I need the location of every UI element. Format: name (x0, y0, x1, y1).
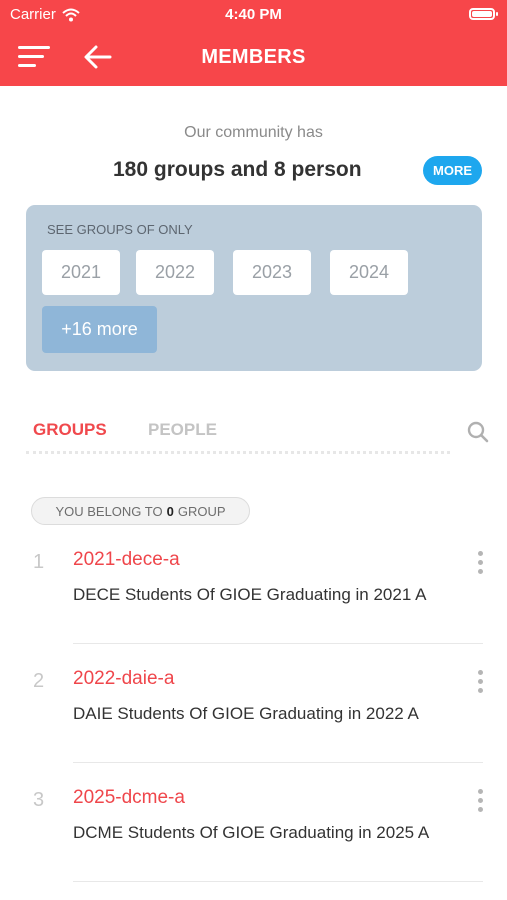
app-header: Carrier 4:40 PM MEMBERS (0, 0, 507, 86)
membership-prefix: YOU BELONG TO (55, 503, 163, 519)
year-chip-2021[interactable]: 2021 (42, 250, 120, 295)
membership-suffix: GROUP (177, 503, 226, 519)
group-row[interactable]: 3 2025-dcme-a DCME Students Of GIOE Grad… (0, 783, 507, 900)
membership-badge: YOU BELONG TO 0 GROUP (31, 497, 250, 525)
community-intro: Our community has (184, 124, 323, 141)
more-years-button[interactable]: +16 more (42, 306, 157, 353)
status-time: 4:40 PM (225, 6, 282, 23)
row-divider (73, 762, 483, 763)
vertical-dots-icon[interactable] (472, 668, 488, 696)
group-code[interactable]: 2021-dece-a (73, 549, 180, 571)
group-row[interactable]: 1 2021-dece-a DECE Students Of GIOE Grad… (0, 545, 507, 663)
year-filter-panel: SEE GROUPS OF ONLY 2021 2022 2023 2024 +… (26, 205, 482, 371)
battery-icon (469, 8, 498, 20)
vertical-dots-icon[interactable] (472, 549, 488, 577)
group-description: DECE Students Of GIOE Graduating in 2021… (73, 585, 427, 604)
group-row[interactable]: 2 2022-daie-a DAIE Students Of GIOE Grad… (0, 664, 507, 782)
group-code[interactable]: 2025-dcme-a (73, 787, 185, 809)
tab-groups[interactable]: GROUPS (33, 420, 107, 440)
group-index: 2 (33, 670, 45, 692)
year-chip-2023[interactable]: 2023 (233, 250, 311, 295)
year-chip-2022[interactable]: 2022 (136, 250, 214, 295)
vertical-dots-icon[interactable] (472, 787, 488, 815)
group-description: DAIE Students Of GIOE Graduating in 2022… (73, 704, 419, 723)
status-bar: Carrier 4:40 PM (0, 0, 507, 30)
tab-divider (26, 451, 450, 454)
group-index: 1 (33, 551, 45, 573)
community-count: 180 groups and 8 person (113, 158, 362, 181)
row-divider (73, 881, 483, 882)
row-divider (73, 643, 483, 644)
tab-people[interactable]: PEOPLE (148, 420, 217, 440)
year-chip-2024[interactable]: 2024 (330, 250, 408, 295)
more-button[interactable]: MORE (423, 156, 482, 185)
search-icon[interactable] (466, 420, 490, 444)
group-index: 3 (33, 789, 45, 811)
filter-label: SEE GROUPS OF ONLY (47, 222, 193, 237)
page-title: MEMBERS (201, 46, 306, 68)
group-code[interactable]: 2022-daie-a (73, 668, 174, 690)
group-description: DCME Students Of GIOE Graduating in 2025… (73, 823, 430, 842)
membership-count: 0 (166, 503, 174, 519)
members-screen: Carrier 4:40 PM MEMBERS Our community ha… (0, 0, 507, 900)
